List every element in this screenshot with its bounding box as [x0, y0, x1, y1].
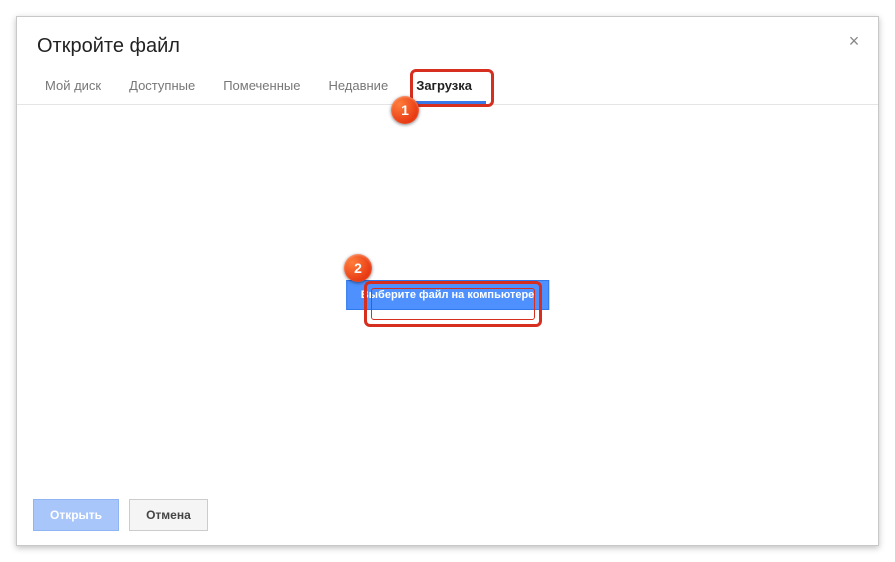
close-icon[interactable]: × — [844, 31, 864, 51]
tab-label: Недавние — [328, 78, 388, 93]
tab-bar: Мой диск Доступные Помеченные Недавние З… — [17, 68, 878, 105]
cancel-button-label: Отмена — [146, 508, 191, 522]
tab-recent[interactable]: Недавние — [314, 68, 402, 104]
dialog-title: Откройте файл — [37, 35, 858, 58]
file-picker-dialog: Откройте файл × Мой диск Доступные Помеч… — [16, 16, 879, 546]
tab-my-drive[interactable]: Мой диск — [31, 68, 115, 104]
dialog-header: Откройте файл × — [17, 17, 878, 68]
tab-upload[interactable]: Загрузка — [402, 68, 486, 104]
select-file-button-label: Выберите файл на компьютере — [361, 289, 535, 301]
select-file-button[interactable]: Выберите файл на компьютере — [346, 280, 550, 310]
tab-label: Помеченные — [223, 78, 300, 93]
cancel-button[interactable]: Отмена — [129, 499, 208, 531]
tab-label: Доступные — [129, 78, 195, 93]
tab-shared[interactable]: Доступные — [115, 68, 209, 104]
tab-label: Загрузка — [416, 78, 472, 93]
tab-starred[interactable]: Помеченные — [209, 68, 314, 104]
open-button-label: Открыть — [50, 508, 102, 522]
dialog-footer: Открыть Отмена — [17, 485, 878, 545]
tab-label: Мой диск — [45, 78, 101, 93]
dialog-body: Выберите файл на компьютере — [17, 105, 878, 485]
open-button[interactable]: Открыть — [33, 499, 119, 531]
